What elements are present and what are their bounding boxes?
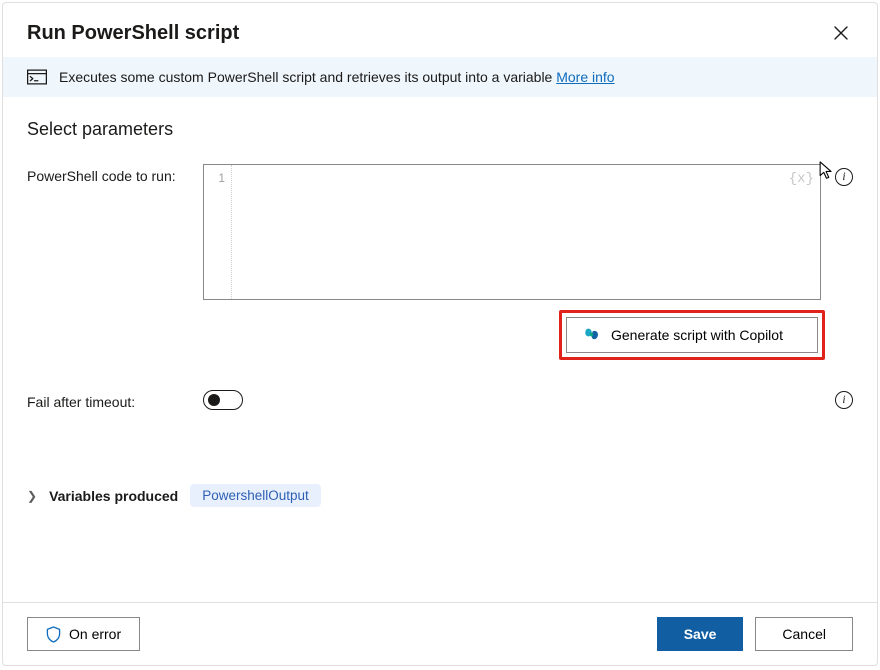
info-banner: Executes some custom PowerShell script a… <box>3 57 877 97</box>
dialog-title: Run PowerShell script <box>27 22 239 45</box>
variable-chip[interactable]: PowershellOutput <box>190 484 321 507</box>
timeout-toggle[interactable] <box>203 390 243 410</box>
copilot-button-label: Generate script with Copilot <box>611 327 783 343</box>
shield-icon <box>46 626 61 643</box>
save-button[interactable]: Save <box>657 617 744 651</box>
code-label: PowerShell code to run: <box>27 164 203 184</box>
generate-with-copilot-button[interactable]: Generate script with Copilot <box>566 317 818 353</box>
more-info-link[interactable]: More info <box>556 69 614 85</box>
powershell-icon <box>27 69 47 85</box>
cancel-button[interactable]: Cancel <box>755 617 853 651</box>
close-button[interactable] <box>829 21 853 45</box>
tutorial-highlight: Generate script with Copilot <box>559 310 825 360</box>
line-number: 1 <box>204 171 225 185</box>
dialog-body: Select parameters PowerShell code to run… <box>3 97 877 602</box>
copilot-icon <box>583 326 601 344</box>
chevron-right-icon: ❯ <box>27 489 37 503</box>
close-icon <box>834 26 848 40</box>
code-gutter: 1 <box>204 165 232 299</box>
run-powershell-dialog: Run PowerShell script Executes some cust… <box>2 2 878 666</box>
timeout-info-icon[interactable]: i <box>835 391 853 409</box>
timeout-label: Fail after timeout: <box>27 390 203 410</box>
timeout-row: Fail after timeout: i <box>27 390 853 410</box>
dialog-footer: On error Save Cancel <box>3 602 877 665</box>
code-textarea[interactable] <box>232 165 820 299</box>
code-editor[interactable]: 1 {x} <box>203 164 821 300</box>
info-banner-text: Executes some custom PowerShell script a… <box>59 69 615 85</box>
variables-produced-row[interactable]: ❯ Variables produced PowershellOutput <box>27 484 853 507</box>
dialog-header: Run PowerShell script <box>3 3 877 57</box>
on-error-button[interactable]: On error <box>27 617 140 651</box>
on-error-label: On error <box>69 626 121 642</box>
insert-variable-icon[interactable]: {x} <box>789 171 814 187</box>
code-param-row: PowerShell code to run: 1 {x} <box>27 164 853 360</box>
variables-produced-label: Variables produced <box>49 488 178 504</box>
info-banner-message: Executes some custom PowerShell script a… <box>59 69 556 85</box>
section-title: Select parameters <box>27 119 853 140</box>
code-info-icon[interactable]: i <box>835 168 853 186</box>
